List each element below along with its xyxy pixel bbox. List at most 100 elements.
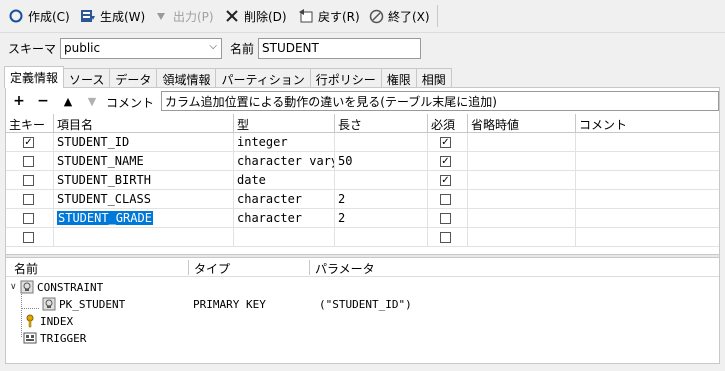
table-row[interactable] <box>6 228 719 247</box>
pk-checkbox[interactable] <box>23 194 34 205</box>
header-type[interactable]: 型 <box>234 114 335 133</box>
required-cell[interactable] <box>428 190 468 209</box>
comment-cell[interactable] <box>576 209 719 228</box>
table-row[interactable]: STUDENT_GRADE character 2 <box>6 209 719 228</box>
comment-cell[interactable] <box>576 171 719 190</box>
pk-checkbox[interactable]: ✓ <box>23 137 34 148</box>
name-cell[interactable]: STUDENT_GRADE <box>54 209 234 228</box>
back-button[interactable]: 戻す(R) <box>298 6 360 26</box>
required-checkbox[interactable]: ✓ <box>440 156 451 167</box>
create-button[interactable]: 作成(C) <box>8 6 70 26</box>
tree-node-constraint[interactable]: ∨ CONSTRAINT <box>10 279 103 295</box>
tab-relations[interactable]: 相関 <box>415 68 452 88</box>
tree-header: 名前 タイプ パラメータ <box>6 258 719 277</box>
comment-cell[interactable] <box>576 190 719 209</box>
header-length[interactable]: 長さ <box>335 114 428 133</box>
required-checkbox[interactable] <box>440 213 451 224</box>
comment-cell[interactable] <box>576 152 719 171</box>
pk-cell[interactable] <box>6 228 54 247</box>
tab-source[interactable]: ソース <box>63 68 111 88</box>
header-default[interactable]: 省略時値 <box>468 114 576 133</box>
default-cell[interactable] <box>468 228 576 247</box>
required-checkbox[interactable] <box>440 194 451 205</box>
pk-cell[interactable] <box>6 190 54 209</box>
header-pk[interactable]: 主キー <box>6 114 54 133</box>
default-cell[interactable] <box>468 152 576 171</box>
required-checkbox[interactable]: ✓ <box>440 175 451 186</box>
header-required[interactable]: 必須 <box>428 114 468 133</box>
type-cell[interactable]: date <box>234 171 335 190</box>
cell-text: character <box>237 192 303 206</box>
default-cell[interactable] <box>468 171 576 190</box>
pk-checkbox[interactable] <box>23 213 34 224</box>
pk-cell[interactable] <box>6 209 54 228</box>
length-cell[interactable]: 50 <box>335 152 428 171</box>
pk-checkbox[interactable] <box>23 175 34 186</box>
tree-header-name[interactable]: 名前 <box>14 260 38 277</box>
required-checkbox[interactable]: ✓ <box>440 137 451 148</box>
required-cell[interactable]: ✓ <box>428 133 468 152</box>
default-cell[interactable] <box>468 133 576 152</box>
table-row[interactable]: STUDENT_CLASS character 2 <box>6 190 719 209</box>
required-cell[interactable] <box>428 228 468 247</box>
type-cell[interactable]: integer <box>234 133 335 152</box>
comment-cell[interactable] <box>576 133 719 152</box>
tree-node-index[interactable]: INDEX <box>23 313 73 329</box>
name-cell[interactable]: STUDENT_NAME <box>54 152 234 171</box>
pk-cell[interactable]: ✓ <box>6 133 54 152</box>
cell-text: date <box>237 173 266 187</box>
pk-cell[interactable] <box>6 152 54 171</box>
length-cell[interactable] <box>335 228 428 247</box>
default-cell[interactable] <box>468 190 576 209</box>
exit-button[interactable]: 終了(X) <box>368 6 430 26</box>
schema-select[interactable]: public ⌵ <box>60 38 222 59</box>
tab-partition[interactable]: パーティション <box>215 68 311 88</box>
name-cell[interactable]: STUDENT_CLASS <box>54 190 234 209</box>
header-name[interactable]: 項目名 <box>54 114 234 133</box>
name-cell[interactable]: STUDENT_BIRTH <box>54 171 234 190</box>
length-cell[interactable] <box>335 171 428 190</box>
type-cell[interactable]: character <box>234 190 335 209</box>
undo-icon <box>298 8 314 24</box>
generate-button[interactable]: 生成(W) <box>80 6 145 26</box>
type-cell[interactable]: character <box>234 209 335 228</box>
tree-header-type[interactable]: タイプ <box>194 260 230 277</box>
table-row[interactable]: STUDENT_BIRTH date ✓ <box>6 171 719 190</box>
pk-checkbox[interactable] <box>23 232 34 243</box>
type-cell[interactable]: character varying <box>234 152 335 171</box>
tree-header-param[interactable]: パラメータ <box>315 260 375 277</box>
length-cell[interactable]: 2 <box>335 209 428 228</box>
pk-cell[interactable] <box>6 171 54 190</box>
header-comment[interactable]: コメント <box>576 114 719 133</box>
add-column-button[interactable]: + <box>11 93 27 109</box>
default-cell[interactable] <box>468 209 576 228</box>
comment-field[interactable]: カラム追加位置による動作の違いを見る(テーブル末尾に追加) <box>161 91 719 111</box>
name-cell[interactable]: STUDENT_ID <box>54 133 234 152</box>
tab-row-policy[interactable]: 行ポリシー <box>309 68 382 88</box>
length-cell[interactable]: 2 <box>335 190 428 209</box>
table-row[interactable]: STUDENT_NAME character varying 50 ✓ <box>6 152 719 171</box>
remove-column-button[interactable]: − <box>35 93 51 109</box>
name-cell[interactable] <box>54 228 234 247</box>
table-row[interactable]: ✓ STUDENT_ID integer ✓ <box>6 133 719 152</box>
tab-privileges[interactable]: 権限 <box>380 68 417 88</box>
table-name-field[interactable]: STUDENT <box>258 38 421 59</box>
comment-cell[interactable] <box>576 228 719 247</box>
tree-node-trigger[interactable]: TRIGGER <box>23 330 86 346</box>
tree-node-pk-student[interactable]: PK_STUDENT PRIMARY KEY ("STUDENT_ID") <box>42 296 719 312</box>
required-cell[interactable]: ✓ <box>428 171 468 190</box>
required-cell[interactable] <box>428 209 468 228</box>
length-cell[interactable] <box>335 133 428 152</box>
delete-button[interactable]: 削除(D) <box>224 6 287 26</box>
required-checkbox[interactable] <box>440 232 451 243</box>
required-cell[interactable]: ✓ <box>428 152 468 171</box>
output-button[interactable]: 出力(P) <box>153 6 214 26</box>
move-up-button[interactable]: ▲ <box>60 93 76 109</box>
move-down-button[interactable]: ▼ <box>84 93 100 109</box>
pk-checkbox[interactable] <box>23 156 34 167</box>
tab-data[interactable]: データ <box>109 68 158 88</box>
cell-text: 2 <box>338 211 346 225</box>
type-cell[interactable] <box>234 228 335 247</box>
tab-storage[interactable]: 領域情報 <box>156 68 217 88</box>
tab-definition[interactable]: 定義情報 <box>4 66 65 88</box>
